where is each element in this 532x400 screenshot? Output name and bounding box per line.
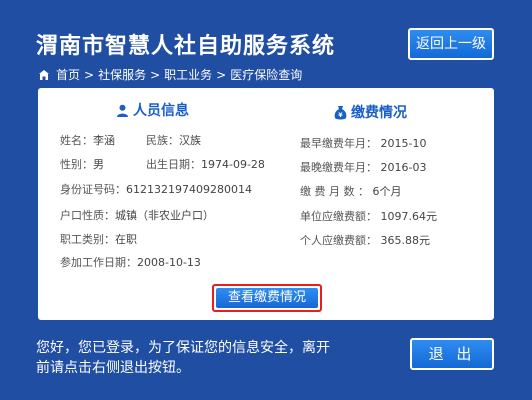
months-value: 6个月 [372,185,402,198]
logout-notice: 您好，您已登录，为了保证您的信息安全，离开前请点击右侧退出按钮。 [36,340,330,376]
breadcrumb-worker-business[interactable]: 职工业务 [164,66,212,83]
earliest-row: 最早缴费年月： 2015-10 [300,137,427,150]
id-row: 身份证号码：612132197409280014 [60,183,252,196]
worker-type-value: 在职 [115,233,137,246]
gender-value: 男 [93,158,104,171]
person-icon [117,104,128,117]
personal-payment-value: 365.88元 [380,234,431,247]
breadcrumb-home[interactable]: 首页 [56,66,80,83]
id-value: 612132197409280014 [126,183,252,196]
back-button[interactable]: 返回上一级 [408,28,494,60]
exit-button[interactable]: 退 出 [410,338,494,370]
name-value: 李涵 [93,134,115,147]
unit-payment-value: 1097.64元 [380,210,438,223]
ethnicity-row: 民族：汉族 [146,134,201,147]
personal-info-title: 人员信息 [133,103,189,119]
home-icon [39,69,49,80]
name-row: 姓名：李涵 [60,134,115,147]
birth-row: 出生日期：1974-09-28 [146,158,265,171]
info-panel: 人员信息 ¥ 缴费情况 姓名：李涵 民族：汉族 性别：男 出生日期：1974-0… [38,88,494,320]
worker-type-row: 职工类别：在职 [60,233,137,246]
unit-payment-row: 单位应缴费额： 1097.64元 [300,210,438,223]
latest-value: 2016-03 [380,161,427,174]
breadcrumb: 首页 > 社保服务 > 职工业务 > 医疗保险查询 [38,66,302,83]
months-row: 缴 费 月 数 ： 6个月 [300,185,402,198]
hukou-value: 城镇（非农业户口） [115,209,214,222]
latest-row: 最晚缴费年月： 2016-03 [300,161,427,174]
page-title: 渭南市智慧人社自助服务系统 [36,34,336,59]
view-payment-label[interactable]: 查看缴费情况 [216,288,318,308]
hukou-row: 户口性质：城镇（非农业户口） [60,209,214,222]
birth-value: 1974-09-28 [201,158,265,171]
money-bag-icon: ¥ [334,105,347,119]
personal-info-heading: 人员信息 [116,100,189,120]
breadcrumb-medical-insurance: 医疗保险查询 [230,68,303,82]
earliest-value: 2015-10 [380,137,427,150]
view-payment-button[interactable]: 查看缴费情况 [212,284,322,312]
breadcrumb-separator: > [150,67,161,82]
personal-payment-row: 个人应缴费额： 365.88元 [300,234,431,247]
work-start-row: 参加工作日期：2008-10-13 [60,256,201,269]
breadcrumb-separator: > [216,67,227,82]
breadcrumb-separator: > [84,67,95,82]
breadcrumb-social-service[interactable]: 社保服务 [98,66,146,83]
work-start-value: 2008-10-13 [137,256,201,269]
ethnicity-value: 汉族 [179,134,201,147]
payment-heading: ¥ 缴费情况 [334,102,407,122]
gender-row: 性别：男 [60,158,104,171]
payment-title: 缴费情况 [351,105,407,121]
